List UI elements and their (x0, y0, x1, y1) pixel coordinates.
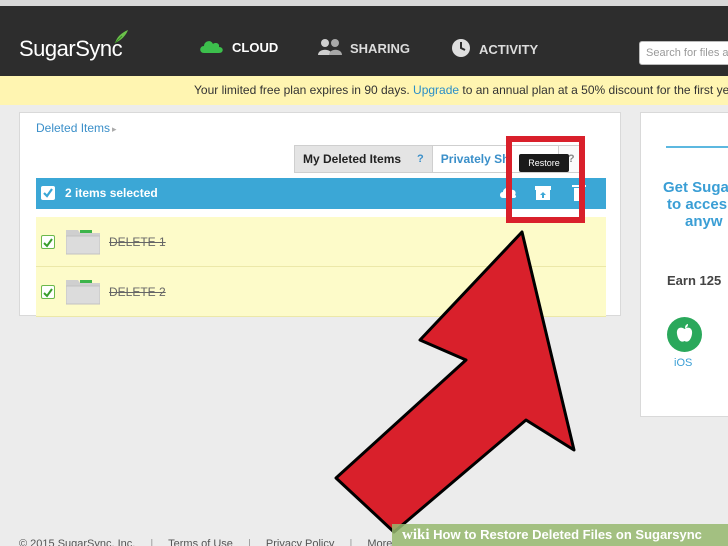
cloud-icon (198, 38, 224, 57)
wikihow-watermark: wiki How to Restore Deleted Files on Sug… (392, 524, 728, 546)
nav-sharing[interactable]: SHARING (318, 38, 410, 59)
ios-label[interactable]: iOS (674, 357, 692, 369)
sidebar-heading-line2: to acces (667, 196, 728, 213)
tab-privately-shared-label: Privately Sh (440, 152, 510, 166)
search-placeholder: Search for files a (646, 47, 728, 59)
terms-link[interactable]: Terms of Use (168, 538, 233, 546)
tab-my-deleted-label: My Deleted Items (303, 152, 402, 166)
watermark-title: How to Restore Deleted Files on Sugarsyn… (433, 527, 702, 542)
footer: © 2015 SugarSync, Inc. | Terms of Use | … (19, 538, 404, 546)
row-checkbox[interactable] (41, 285, 55, 299)
apple-icon[interactable] (667, 317, 702, 352)
promo-banner: Your limited free plan expires in 90 day… (0, 76, 728, 105)
breadcrumb-chevron-icon: ▸ (112, 124, 117, 134)
item-name: DELETE 2 (109, 285, 166, 299)
promo-text-rest: to an annual plan at a 50% discount for … (462, 83, 728, 97)
selection-count: 2 items selected (65, 186, 158, 200)
logo-leaf-icon (112, 28, 130, 51)
list-item[interactable]: DELETE 1 (36, 217, 606, 267)
clock-icon (451, 38, 471, 61)
promo-text: Your limited free plan expires in 90 day… (194, 83, 410, 97)
nav-cloud-label: CLOUD (232, 40, 279, 55)
promo-sidebar: Get Suga to acces anyw Earn 125 iOS (640, 112, 728, 417)
sugarsync-logo[interactable]: SugarSync (19, 36, 123, 62)
watermark-brand: wiki (402, 527, 430, 543)
footer-divider: | (349, 538, 353, 546)
folder-icon (65, 277, 101, 310)
nav-cloud[interactable]: CLOUD (198, 38, 278, 57)
upgrade-link[interactable]: Upgrade (413, 83, 459, 97)
users-icon (318, 38, 342, 59)
row-checkbox[interactable] (41, 235, 55, 249)
nav-sharing-label: SHARING (350, 41, 410, 56)
sidebar-heading: Get Suga to acces anyw (641, 179, 728, 230)
breadcrumb[interactable]: Deleted Items ▸ (36, 121, 117, 135)
earn-text: Earn 125 (667, 273, 722, 288)
folder-icon (65, 227, 101, 260)
sidebar-heading-line3: anyw (685, 213, 723, 230)
help-icon[interactable]: ? (417, 153, 424, 165)
nav-activity[interactable]: ACTIVITY (451, 38, 538, 61)
more-link[interactable]: More (367, 538, 392, 546)
tab-my-deleted-items[interactable]: My Deleted Items ? (295, 146, 432, 172)
list-item[interactable]: DELETE 2 (36, 267, 606, 317)
select-all-checkbox[interactable] (41, 186, 55, 200)
highlight-box (506, 136, 585, 223)
privacy-link[interactable]: Privacy Policy (266, 538, 334, 546)
footer-divider: | (150, 538, 154, 546)
sidebar-heading-line1: Get Suga (663, 179, 728, 196)
search-input[interactable]: Search for files a (639, 41, 728, 65)
footer-divider: | (247, 538, 251, 546)
nav-activity-label: ACTIVITY (479, 42, 539, 57)
copyright-text: © 2015 SugarSync, Inc. (19, 538, 136, 546)
app-header: SugarSync CLOUD SHARING ACTIVITY Search … (0, 6, 728, 76)
item-name: DELETE 1 (109, 235, 166, 249)
divider (666, 146, 728, 148)
breadcrumb-label: Deleted Items (36, 121, 111, 135)
